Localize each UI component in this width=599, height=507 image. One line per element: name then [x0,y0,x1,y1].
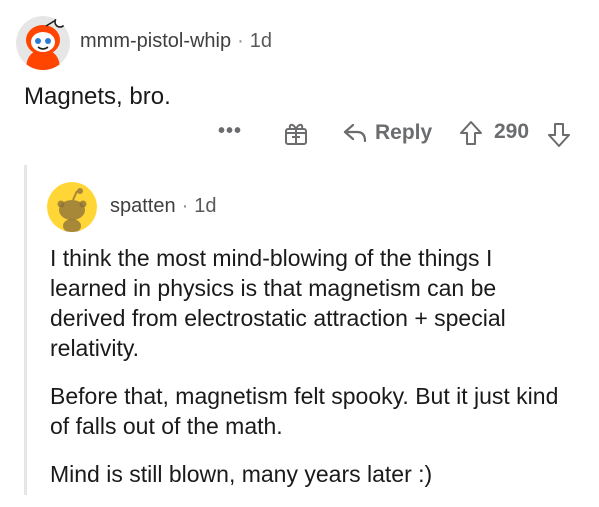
comment-author[interactable]: spatten · 1d [110,195,217,218]
snoo-avatar-icon [16,16,70,70]
snoo-avatar-icon [47,182,97,232]
comment-author[interactable]: mmm-pistol-whip · 1d [80,30,272,53]
award-button[interactable] [283,120,309,146]
reply-arrow-icon [343,123,367,143]
avatar[interactable] [16,16,70,70]
username[interactable]: mmm-pistol-whip [80,30,231,52]
upvote-arrow-icon [460,121,482,145]
vote-count: 290 [494,120,530,143]
separator-dot: · [181,195,189,217]
upvote-button[interactable] [458,120,484,146]
comment-paragraph: I think the most mind-blowing of the thi… [50,245,506,361]
comment-body: Magnets, bro. [24,83,171,110]
thread-line[interactable] [24,165,27,495]
separator-dot: · [237,30,244,52]
comment-action-bar: ••• Reply 290 [0,116,599,150]
comment-paragraph: Before that, magnetism felt spooky. But … [50,383,559,439]
comment-age: 1d [249,30,273,52]
downvote-arrow-icon [548,123,570,147]
comment-body: I think the most mind-blowing of the thi… [50,243,570,507]
avatar[interactable] [47,182,97,232]
reply-button[interactable]: Reply [343,120,432,146]
gift-icon [285,123,307,145]
reply-label: Reply [375,121,433,144]
comment-paragraph: Mind is still blown, many years later :) [50,461,433,487]
comment-age: 1d [194,195,217,217]
more-options-button[interactable]: ••• [218,120,242,143]
downvote-button[interactable] [546,122,572,148]
username[interactable]: spatten [110,195,176,217]
